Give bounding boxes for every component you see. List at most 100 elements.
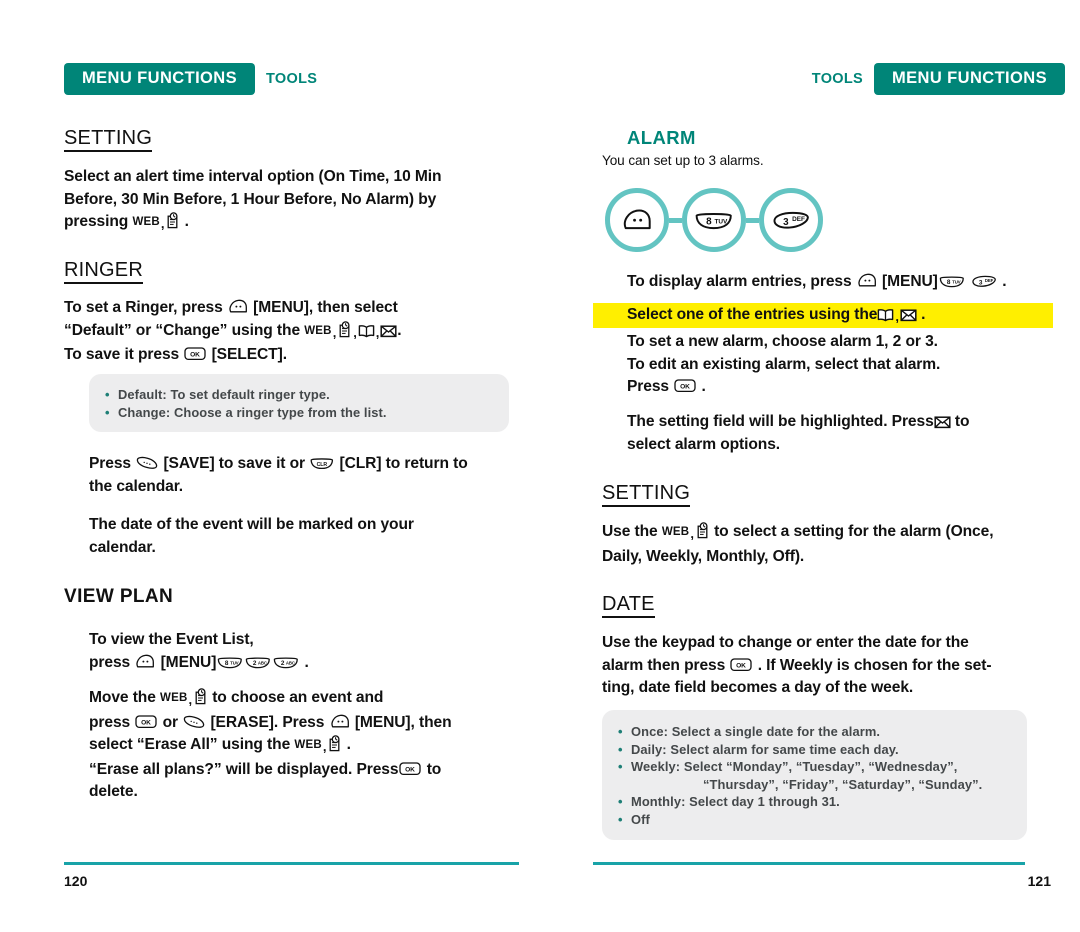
date-note-item-1: Daily: Select alarm for same time each d… bbox=[631, 741, 899, 757]
date-line-1: Use the keypad to change or enter the da… bbox=[602, 634, 969, 651]
right-footer-rule bbox=[593, 862, 1025, 865]
alarm-edit-line: To edit an existing alarm, select that a… bbox=[627, 355, 941, 373]
manual-spread: MENU FUNCTIONS TOOLS SETTING Select an a… bbox=[0, 0, 1080, 932]
key-flow-step-menu bbox=[605, 188, 669, 252]
view-plan-line-5-prefix: select “Erase All” using the bbox=[89, 736, 291, 754]
svg-text:DEF: DEF bbox=[985, 278, 994, 283]
svg-text:3: 3 bbox=[979, 280, 983, 287]
left-footer-rule bbox=[64, 862, 519, 865]
heading-setting-left: SETTING bbox=[64, 128, 153, 152]
list-item: • Monthly: Select day 1 through 31. bbox=[616, 793, 1027, 811]
message-envelope-icon bbox=[900, 308, 917, 322]
svg-text:8: 8 bbox=[225, 660, 229, 667]
view-plan-line-6-prefix: “Erase all plans?” will be displayed. Pr… bbox=[89, 760, 399, 778]
svg-text:8: 8 bbox=[947, 279, 951, 286]
heading-ringer: RINGER bbox=[64, 260, 143, 284]
menu-functions-badge: MENU FUNCTIONS bbox=[64, 63, 256, 95]
alarm-setting-field-paragraph: The setting field will be highlighted. P… bbox=[627, 411, 1077, 456]
web-key-label: WEB bbox=[304, 324, 332, 337]
key-3-def-icon: 3 DEF bbox=[970, 274, 998, 289]
key-8-tuv-icon: 8 TUV bbox=[216, 655, 244, 670]
alarm-display-prefix: To display alarm entries, press bbox=[627, 273, 852, 290]
date-note-box: • Once: Select a single date for the alar… bbox=[602, 710, 1027, 840]
ok-key-icon: OK bbox=[398, 760, 422, 777]
right-page-header: TOOLS MENU FUNCTIONS bbox=[812, 63, 1065, 95]
svg-text:8: 8 bbox=[706, 216, 712, 227]
view-plan-line-7: delete. bbox=[89, 783, 138, 801]
right-setting-line-1-suffix: to select a setting for the alarm (Once, bbox=[714, 523, 994, 540]
scheduler-icon bbox=[327, 735, 342, 752]
message-envelope-icon bbox=[934, 415, 951, 429]
svg-text:TUV: TUV bbox=[714, 218, 728, 225]
svg-text:OK: OK bbox=[737, 662, 747, 669]
clr-key-icon: CLR bbox=[309, 456, 335, 471]
alarm-display-menu-label: [MENU] bbox=[882, 273, 938, 290]
save-line-2: the calendar. bbox=[89, 477, 184, 495]
setting-field-line-1b: to bbox=[954, 413, 970, 430]
view-plan-line-5-suffix: . bbox=[346, 736, 351, 754]
alarm-instructions-paragraph: To set a new alarm, choose alarm 1, 2 or… bbox=[627, 331, 1077, 399]
svg-text:OK: OK bbox=[191, 352, 201, 359]
view-plan-line-6-suffix: to bbox=[426, 760, 442, 778]
right-setting-paragraph: Use the WEB, to select a setting for the… bbox=[602, 522, 994, 565]
ringer-note-box: • Default: To set default ringer type. • C… bbox=[89, 374, 509, 432]
view-plan-paragraph-2: Move the WEB, to choose an event and pre… bbox=[89, 688, 452, 801]
key-flow-step-8-tuv: 8 TUV bbox=[682, 188, 746, 252]
alarm-new-line: To set a new alarm, choose alarm 1, 2 or… bbox=[627, 333, 938, 350]
ok-key-icon: OK bbox=[729, 656, 753, 673]
list-item: • Change: Choose a ringer type from the l… bbox=[103, 404, 509, 422]
setting-field-line-1a: The setting field will be highlighted. P… bbox=[627, 413, 934, 430]
svg-text:OK: OK bbox=[142, 719, 152, 726]
marked-paragraph: The date of the event will be marked on … bbox=[89, 514, 529, 559]
key-2-abc-icon: 2 ABC bbox=[244, 655, 272, 670]
svg-text:3: 3 bbox=[783, 217, 789, 228]
menu-key-icon bbox=[620, 207, 654, 233]
key-flow-connector bbox=[746, 217, 759, 223]
heading-alarm: ALARM bbox=[627, 127, 696, 148]
key-flow-step-3-def: 3 DEF bbox=[759, 188, 823, 252]
view-plan-line-3-prefix: Move the bbox=[89, 689, 156, 706]
alarm-highlight-suffix: . bbox=[921, 306, 926, 323]
date-note-item-2: Weekly: Select “Monday”, “Tuesday”, “Wed… bbox=[631, 759, 958, 775]
alarm-subtitle: You can set up to 3 alarms. bbox=[602, 153, 764, 168]
menu-key-icon bbox=[134, 653, 156, 670]
list-item: • Off bbox=[616, 811, 1027, 829]
svg-text:OK: OK bbox=[406, 766, 416, 773]
right-setting-line-1-prefix: Use the bbox=[602, 523, 658, 540]
list-item-continuation: “Thursday”, “Friday”, “Saturday”, “Sunda… bbox=[616, 776, 1027, 794]
web-key-label: WEB bbox=[661, 526, 690, 538]
bullet-icon: • bbox=[618, 794, 623, 810]
date-line-3: ting, date field becomes a day of the we… bbox=[602, 679, 914, 697]
heading-view-plan: VIEW PLAN bbox=[64, 586, 174, 607]
scheduler-icon bbox=[193, 688, 208, 705]
bullet-icon: • bbox=[105, 404, 110, 420]
save-line-1a: Press bbox=[89, 455, 131, 472]
view-plan-line-1: To view the Event List, bbox=[89, 631, 254, 648]
scheduler-icon bbox=[165, 212, 180, 229]
svg-text:TUV: TUV bbox=[231, 660, 240, 665]
ok-key-icon: OK bbox=[134, 713, 158, 730]
view-plan-line-3-suffix: to choose an event and bbox=[212, 689, 384, 706]
message-envelope-icon bbox=[380, 324, 397, 338]
alarm-highlight-prefix: Select one of the entries using the bbox=[627, 306, 878, 323]
svg-text:2: 2 bbox=[253, 660, 257, 667]
right-page-number: 121 bbox=[1027, 873, 1051, 889]
tools-section-label: TOOLS bbox=[266, 71, 318, 87]
bullet-icon: • bbox=[618, 759, 623, 775]
alarm-select-paragraph: Select one of the entries using the, . bbox=[627, 306, 926, 324]
view-plan-line-2-prefix: press bbox=[89, 653, 131, 671]
setting-line-3-suffix: . bbox=[184, 213, 189, 231]
phonebook-icon bbox=[358, 324, 375, 338]
scheduler-icon bbox=[695, 522, 710, 539]
date-paragraph: Use the keypad to change or enter the da… bbox=[602, 632, 1057, 700]
menu-key-icon bbox=[856, 272, 878, 289]
date-line-2-suffix: . If Weekly is chosen for the set- bbox=[757, 656, 992, 674]
ringer-note-list: • Default: To set default ringer type. • C… bbox=[103, 386, 509, 421]
key-8-tuv-icon: 8 TUV bbox=[693, 209, 735, 232]
svg-text:ABC: ABC bbox=[258, 660, 267, 665]
view-plan-line-4a: press bbox=[89, 713, 131, 731]
soft-key-icon bbox=[135, 455, 159, 471]
save-paragraph: Press [SAVE] to save it or CLR [CLR] to … bbox=[89, 453, 529, 498]
save-line-1c: [CLR] to return to bbox=[339, 455, 468, 472]
svg-text:ABC: ABC bbox=[286, 660, 295, 665]
